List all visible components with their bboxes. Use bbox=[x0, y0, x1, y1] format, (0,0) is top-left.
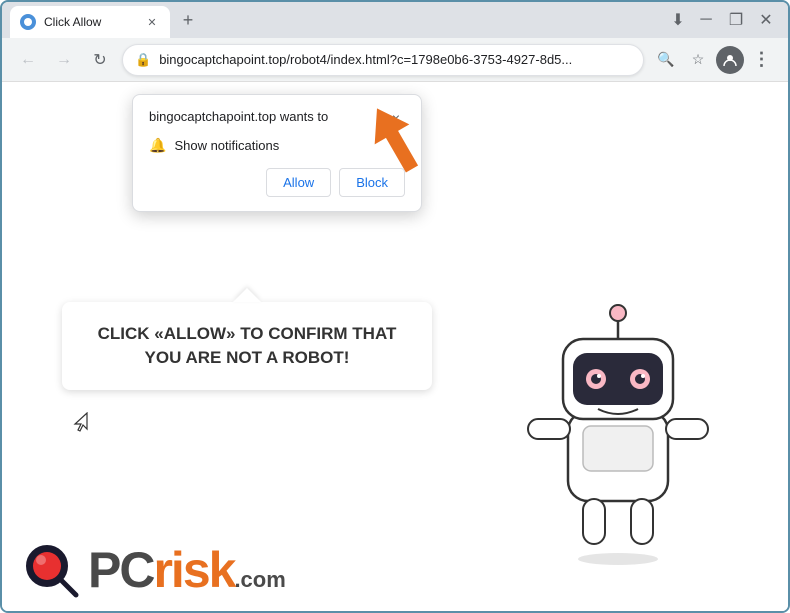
tab-title: Click Allow bbox=[44, 15, 136, 29]
address-actions: 🔍 ☆ ⋮ bbox=[652, 46, 776, 74]
allow-button[interactable]: Allow bbox=[266, 168, 331, 197]
pcrisk-logo: PC risk .com bbox=[22, 541, 286, 599]
menu-icon[interactable]: ⋮ bbox=[748, 46, 776, 74]
pcrisk-magnifier-icon bbox=[22, 541, 80, 599]
orange-arrow bbox=[352, 98, 442, 193]
maximize-button[interactable]: ❐ bbox=[722, 6, 750, 34]
page-content: bingocaptchapoint.top wants to × 🔔 Show … bbox=[2, 82, 788, 611]
message-box: CLICK «ALLOW» TO CONFIRM THAT YOU ARE NO… bbox=[62, 302, 432, 390]
tab-favicon-icon bbox=[20, 14, 36, 30]
back-button[interactable]: ← bbox=[14, 46, 42, 74]
forward-button[interactable]: → bbox=[50, 46, 78, 74]
robot-illustration bbox=[508, 291, 728, 551]
search-icon[interactable]: 🔍 bbox=[652, 46, 680, 74]
com-text: .com bbox=[234, 569, 285, 591]
title-bar: Click Allow ✕ + ⬇ ─ ❐ ✕ bbox=[2, 2, 788, 38]
bell-icon: 🔔 bbox=[149, 137, 166, 154]
permission-text: Show notifications bbox=[174, 138, 279, 153]
profile-button[interactable] bbox=[716, 46, 744, 74]
tab-close-button[interactable]: ✕ bbox=[144, 14, 160, 30]
pcrisk-brand-text: PC risk .com bbox=[88, 541, 286, 599]
reload-button[interactable]: ↻ bbox=[86, 46, 114, 74]
pc-text: PC bbox=[88, 541, 153, 599]
minimize-button[interactable]: ─ bbox=[692, 6, 720, 34]
captcha-message: CLICK «ALLOW» TO CONFIRM THAT YOU ARE NO… bbox=[92, 322, 402, 370]
page-inner: bingocaptchapoint.top wants to × 🔔 Show … bbox=[2, 82, 788, 611]
browser-window: Click Allow ✕ + ⬇ ─ ❐ ✕ ← → ↻ 🔒 bingocap… bbox=[0, 0, 790, 613]
download-icon[interactable]: ⬇ bbox=[664, 6, 692, 34]
risk-text: risk bbox=[153, 541, 234, 599]
cursor-icon bbox=[70, 412, 88, 440]
address-bar: ← → ↻ 🔒 bingocaptchapoint.top/robot4/ind… bbox=[2, 38, 788, 82]
address-input[interactable]: 🔒 bingocaptchapoint.top/robot4/index.htm… bbox=[122, 44, 644, 76]
bookmark-icon[interactable]: ☆ bbox=[684, 46, 712, 74]
new-tab-button[interactable]: + bbox=[174, 6, 202, 34]
browser-tab[interactable]: Click Allow ✕ bbox=[10, 6, 170, 38]
lock-icon: 🔒 bbox=[135, 52, 151, 68]
url-text: bingocaptchapoint.top/robot4/index.html?… bbox=[159, 52, 631, 67]
window-controls: ─ ❐ ✕ bbox=[692, 6, 780, 34]
close-button[interactable]: ✕ bbox=[752, 6, 780, 34]
